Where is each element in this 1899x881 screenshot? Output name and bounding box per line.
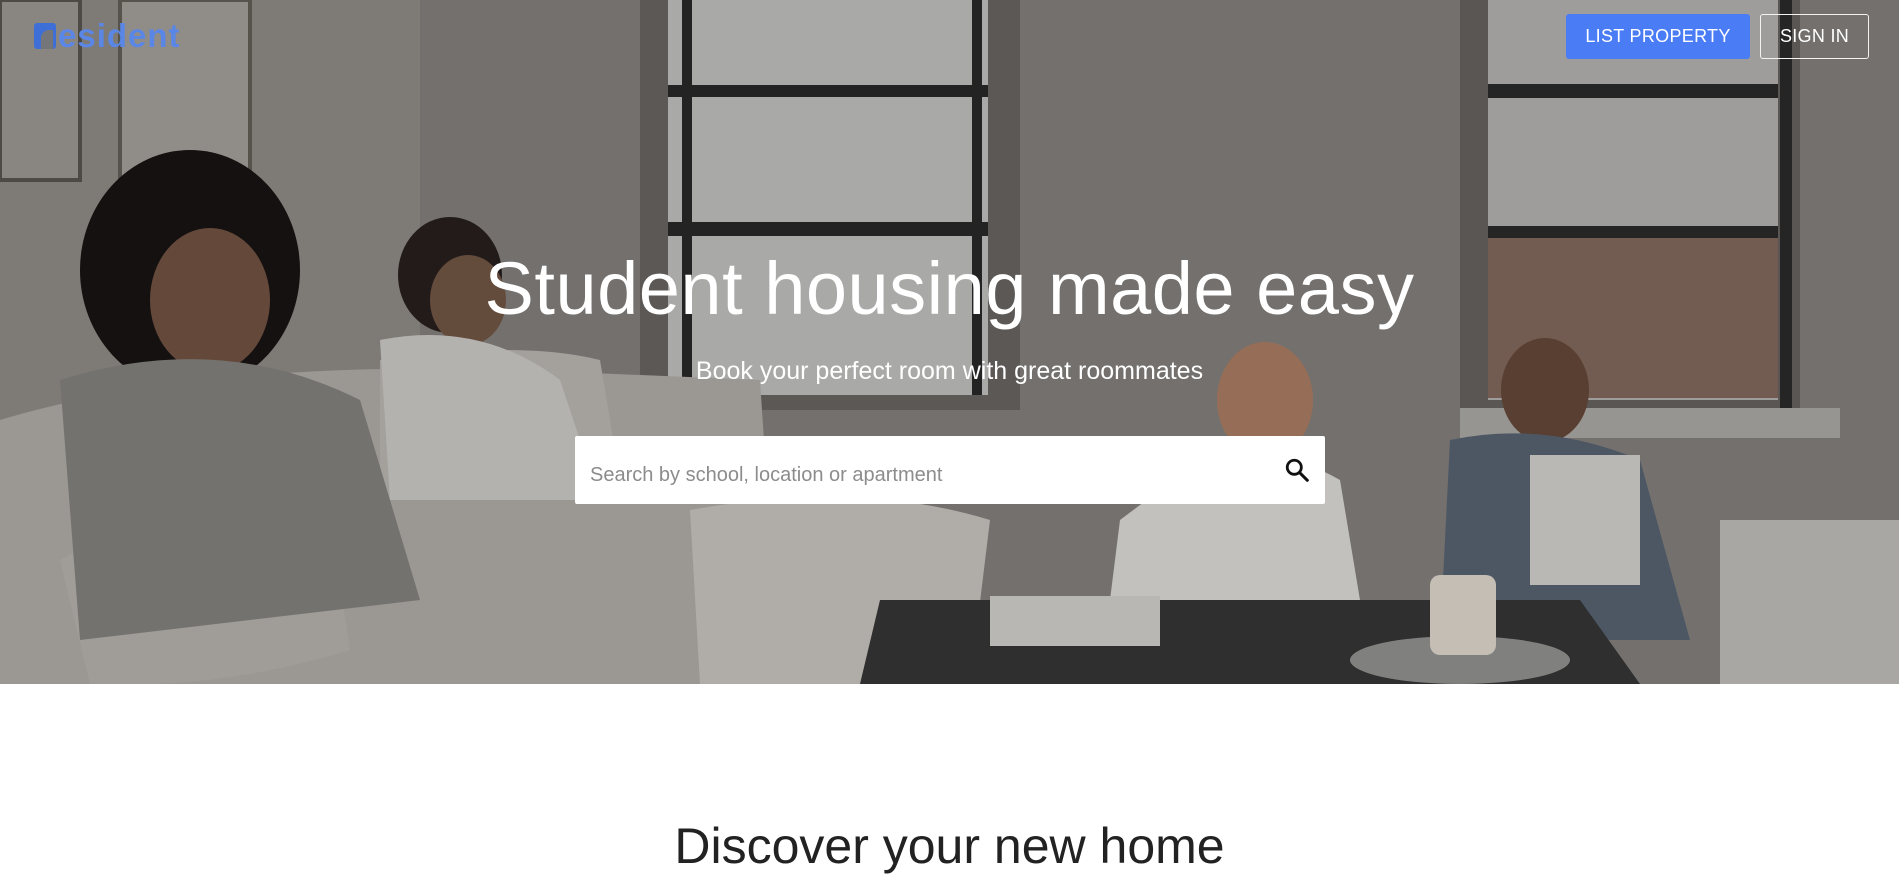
hero-overlay bbox=[0, 0, 1899, 684]
logo-mark-icon bbox=[34, 23, 56, 49]
sign-in-button[interactable]: SIGN IN bbox=[1760, 14, 1869, 59]
hero-section: esident LIST PROPERTY SIGN IN Student ho… bbox=[0, 0, 1899, 684]
hero-subtitle: Book your perfect room with great roomma… bbox=[695, 357, 1204, 385]
logo-text: esident bbox=[58, 17, 181, 54]
section-title: Discover your new home bbox=[674, 818, 1225, 874]
search-input[interactable] bbox=[575, 436, 1269, 504]
hero-title: Student housing made easy bbox=[484, 247, 1415, 330]
list-property-button[interactable]: LIST PROPERTY bbox=[1566, 14, 1750, 59]
resident-logo[interactable]: esident bbox=[34, 17, 181, 54]
search-icon[interactable] bbox=[1269, 436, 1325, 504]
search-bar bbox=[575, 436, 1325, 504]
